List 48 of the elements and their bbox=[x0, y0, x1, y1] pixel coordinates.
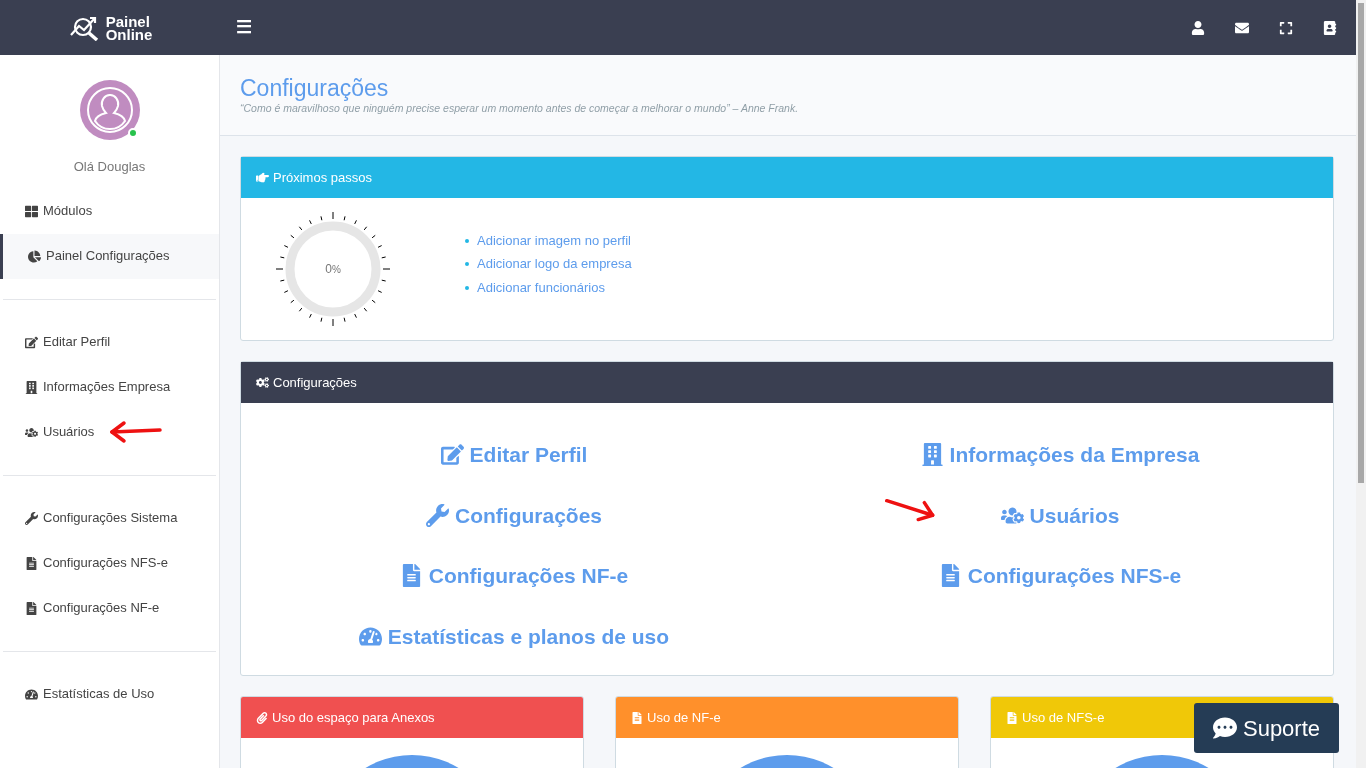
wrench-icon bbox=[25, 511, 38, 525]
card-title: Uso de NFS-e bbox=[1022, 708, 1105, 727]
greeting: Olá Douglas bbox=[73, 158, 146, 176]
page-title: Configurações bbox=[240, 75, 390, 101]
scrollbar[interactable] bbox=[1356, 0, 1366, 768]
panel-title: Configurações bbox=[273, 373, 357, 392]
document-icon bbox=[631, 711, 643, 724]
sidebar-item[interactable]: Estatísticas de Uso bbox=[0, 671, 155, 717]
panel-title: Próximos passos bbox=[273, 168, 372, 187]
sidebar-item[interactable]: Módulos bbox=[0, 188, 93, 234]
users-gear-icon bbox=[25, 425, 38, 439]
logo-text: Painel bbox=[105, 14, 150, 28]
bullet-icon bbox=[465, 285, 469, 290]
sidebar-item[interactable]: Editar Perfil bbox=[0, 319, 111, 365]
pointing-hand-icon bbox=[256, 171, 269, 184]
card-title: Uso de NF-e bbox=[647, 708, 721, 727]
contacts-icon[interactable] bbox=[1323, 20, 1337, 35]
sidebar-item[interactable]: Informações Empresa bbox=[0, 364, 171, 410]
pie-chart-icon bbox=[28, 249, 41, 263]
menu-button[interactable]: ☰ bbox=[232, 14, 256, 41]
sidebar-item[interactable]: Configurações NFS-e bbox=[0, 540, 168, 586]
sidebar-item[interactable]: Usuários bbox=[0, 409, 95, 455]
edit-icon bbox=[25, 335, 38, 349]
bullet-icon bbox=[465, 262, 469, 266]
support-button[interactable]: Suporte bbox=[1194, 703, 1339, 753]
document-icon bbox=[25, 556, 38, 570]
progress-value: 0% bbox=[325, 261, 341, 277]
gauge-icon bbox=[25, 687, 38, 701]
mail-icon[interactable] bbox=[1235, 20, 1249, 35]
logo-text: Online bbox=[105, 27, 153, 41]
sidebar-item[interactable]: Configurações Sistema bbox=[0, 495, 178, 541]
document-icon bbox=[1006, 711, 1018, 724]
gears-icon bbox=[256, 376, 269, 389]
fullscreen-icon[interactable] bbox=[1279, 20, 1293, 35]
edit-icon bbox=[440, 443, 464, 467]
building-icon bbox=[25, 380, 38, 394]
building-icon bbox=[920, 443, 944, 467]
sidebar-item[interactable]: Painel Configurações bbox=[0, 233, 219, 279]
paperclip-icon bbox=[256, 711, 268, 724]
bullet-icon bbox=[465, 238, 469, 243]
grid-icon bbox=[25, 204, 38, 218]
user-icon[interactable] bbox=[1191, 20, 1205, 35]
wrench-icon bbox=[426, 503, 449, 527]
document-icon bbox=[25, 601, 38, 615]
sidebar-item[interactable]: Configurações NF-e bbox=[0, 585, 160, 631]
card-title: Uso do espaço para Anexos bbox=[272, 708, 435, 727]
quote: “Como é maravilhoso que ninguém precise esperar um momento antes de começar a melhorar o mundo” – Anne Frank. bbox=[240, 101, 800, 116]
chat-icon bbox=[1212, 716, 1237, 740]
